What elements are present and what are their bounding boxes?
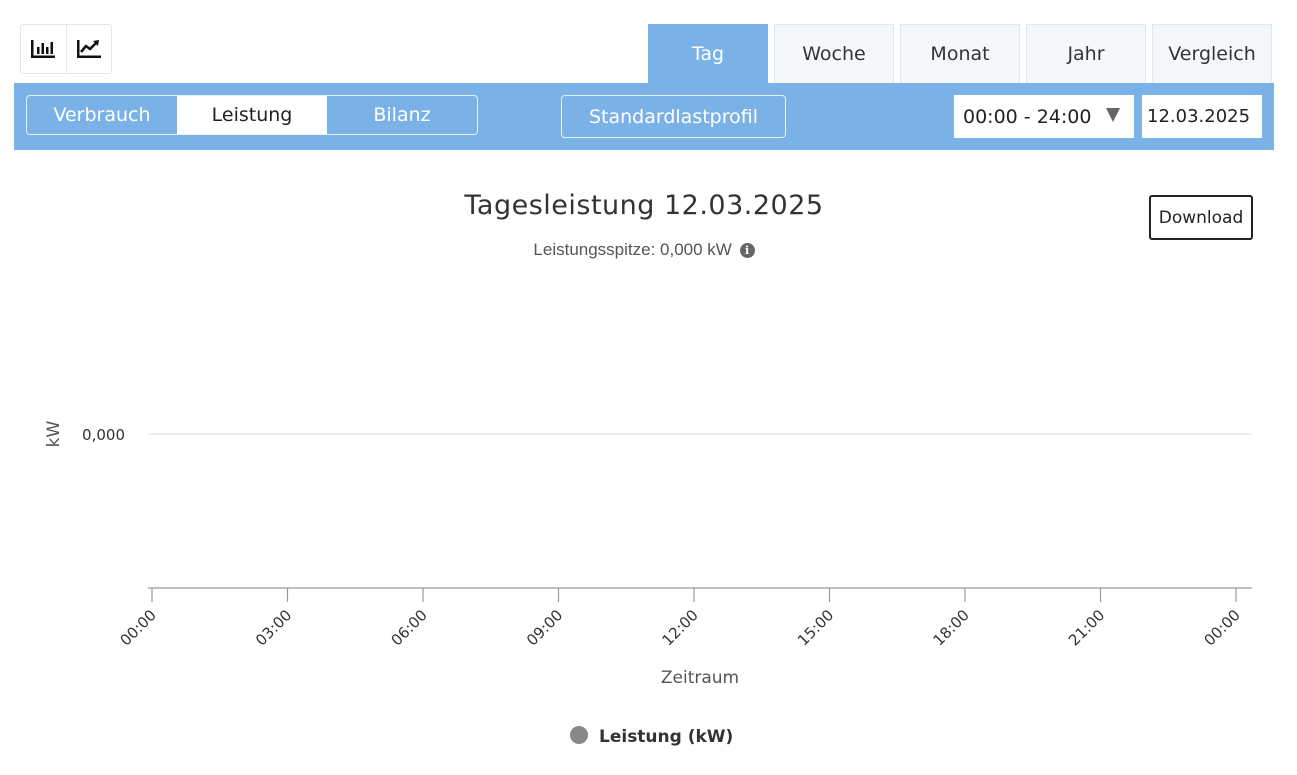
x-axis-title: Zeitraum: [661, 668, 739, 688]
x-tick-label: 00:00: [1201, 606, 1244, 649]
x-tick-label: 06:00: [388, 606, 431, 649]
legend-label[interactable]: Leistung (kW): [599, 727, 733, 747]
x-tick-label: 03:00: [252, 606, 295, 649]
x-tick-label: 15:00: [794, 606, 837, 649]
x-tick-label: 09:00: [523, 606, 566, 649]
x-tick-label: 21:00: [1065, 606, 1108, 649]
legend-marker: [570, 726, 588, 744]
y-axis-title: kW: [44, 420, 64, 447]
x-ticks: 00:00 03:00 06:00 09:00 12:00 15:00 18:00 21:00…: [117, 588, 1244, 649]
x-tick-label: 18:00: [930, 606, 973, 649]
x-tick-label: 00:00: [117, 606, 160, 649]
y-tick-label: 0,000: [82, 426, 125, 444]
x-tick-label: 12:00: [659, 606, 702, 649]
chart-plot: kW 0,000 00:00 03:00 06:00 09:00 12:00 15:00 1…: [44, 420, 1252, 747]
